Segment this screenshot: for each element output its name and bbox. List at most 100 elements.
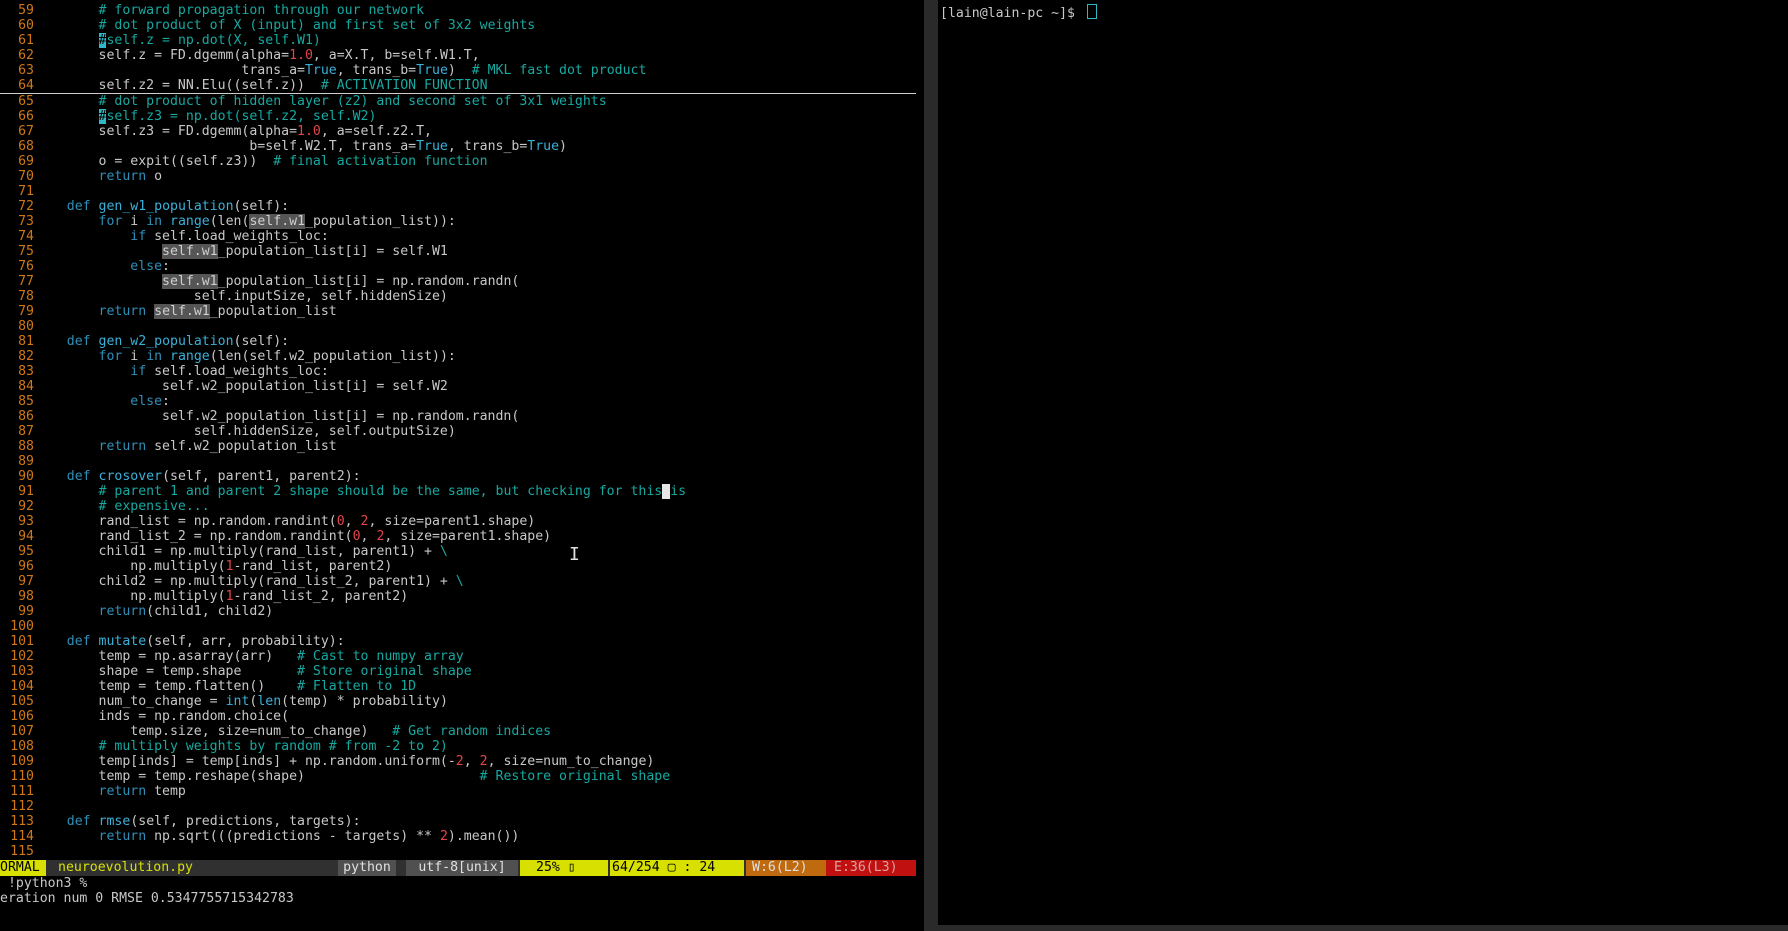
- code-line[interactable]: 91 # parent 1 and parent 2 shape should …: [0, 484, 916, 499]
- line-source: return(child1, child2): [34, 604, 274, 619]
- code-line[interactable]: 92 # expensive...: [0, 499, 916, 514]
- code-line[interactable]: 111 return temp: [0, 784, 916, 799]
- code-line[interactable]: 95 child1 = np.multiply(rand_list, paren…: [0, 544, 916, 559]
- code-token: self.inputSize, self.hiddenSize): [35, 289, 448, 304]
- code-line[interactable]: 77 self.w1_population_list[i] = np.rando…: [0, 274, 916, 289]
- code-token: inds = np.random.choice(: [35, 709, 290, 724]
- code-line[interactable]: 61 #self.z = np.dot(X, self.W1): [0, 33, 916, 48]
- line-source: return self.w2_population_list: [34, 439, 337, 454]
- encoding-label: utf-8[unix]: [406, 860, 518, 876]
- code-token: self.load_weights_loc:: [146, 229, 329, 244]
- code-line[interactable]: 84 self.w2_population_list[i] = self.W2: [0, 379, 916, 394]
- terminal-pane[interactable]: [lain@lain-pc ~]$: [938, 0, 1788, 931]
- line-source: def crosover(self, parent1, parent2):: [34, 469, 361, 484]
- code-token: _population_list[i] = np.random.randn(: [217, 274, 520, 289]
- code-line[interactable]: 67 self.z3 = FD.dgemm(alpha=1.0, a=self.…: [0, 124, 916, 139]
- code-line[interactable]: 65 # dot product of hidden layer (z2) an…: [0, 94, 916, 109]
- code-line[interactable]: 90 def crosover(self, parent1, parent2):: [0, 469, 916, 484]
- vim-editor-pane[interactable]: 59 # forward propagation through our net…: [0, 0, 924, 931]
- code-line[interactable]: 66 #self.z3 = np.dot(self.z2, self.W2): [0, 109, 916, 124]
- code-line[interactable]: 101 def mutate(self, arr, probability):: [0, 634, 916, 649]
- pane-divider[interactable]: [924, 0, 938, 931]
- code-line[interactable]: 94 rand_list_2 = np.random.randint(0, 2,…: [0, 529, 916, 544]
- code-line[interactable]: 108 # multiply weights by random # from …: [0, 739, 916, 754]
- code-token: :: [162, 394, 170, 409]
- code-token: , a=X.T, b=self.W1.T,: [312, 48, 480, 63]
- code-line[interactable]: 64 self.z2 = NN.Elu((self.z)) # ACTIVATI…: [0, 78, 916, 94]
- code-line[interactable]: 97 child2 = np.multiply(rand_list_2, par…: [0, 574, 916, 589]
- code-line[interactable]: 79 return self.w1_population_list: [0, 304, 916, 319]
- line-number: 89: [18, 454, 34, 469]
- code-line[interactable]: 113 def rmse(self, predictions, targets)…: [0, 814, 916, 829]
- code-line[interactable]: 88 return self.w2_population_list: [0, 439, 916, 454]
- code-line[interactable]: 106 inds = np.random.choice(: [0, 709, 916, 724]
- code-line[interactable]: 63 trans_a=True, trans_b=True) # MKL fas…: [0, 63, 916, 78]
- code-token: \: [455, 574, 464, 589]
- code-token: child2 = np.multiply(rand_list_2, parent…: [35, 574, 456, 589]
- code-line[interactable]: 115: [0, 844, 916, 859]
- code-line[interactable]: 104 temp = temp.flatten() # Flatten to 1…: [0, 679, 916, 694]
- code-line[interactable]: 109 temp[inds] = temp[inds] + np.random.…: [0, 754, 916, 769]
- code-buffer[interactable]: 59 # forward propagation through our net…: [0, 3, 916, 859]
- code-line[interactable]: 107 temp.size, size=num_to_change) # Get…: [0, 724, 916, 739]
- code-line[interactable]: 83 if self.load_weights_loc:: [0, 364, 916, 379]
- code-line[interactable]: 73 for i in range(len(self.w1_population…: [0, 214, 916, 229]
- code-token: (len(: [209, 214, 250, 229]
- line-number: 109: [10, 754, 34, 769]
- code-line[interactable]: 75 self.w1_population_list[i] = self.W1: [0, 244, 916, 259]
- code-line[interactable]: 103 shape = temp.shape # Store original …: [0, 664, 916, 679]
- line-number: 99: [18, 604, 34, 619]
- code-token: num_to_change =: [35, 694, 226, 709]
- code-line[interactable]: 68 b=self.W2.T, trans_a=True, trans_b=Tr…: [0, 139, 916, 154]
- code-line[interactable]: 100: [0, 619, 916, 634]
- command-line[interactable]: !python3 %: [0, 876, 916, 891]
- code-token: # Get random indices: [392, 724, 552, 739]
- code-line[interactable]: 98 np.multiply(1-rand_list_2, parent2): [0, 589, 916, 604]
- code-line[interactable]: 62 self.z = FD.dgemm(alpha=1.0, a=X.T, b…: [0, 48, 916, 63]
- code-token: # Restore original shape: [479, 769, 671, 784]
- code-line[interactable]: 110 temp = temp.reshape(shape) # Restore…: [0, 769, 916, 784]
- terminal-prompt[interactable]: [lain@lain-pc ~]$: [940, 4, 1097, 21]
- code-line[interactable]: 82 for i in range(len(self.w2_population…: [0, 349, 916, 364]
- code-line[interactable]: 76 else:: [0, 259, 916, 274]
- code-line[interactable]: 59 # forward propagation through our net…: [0, 3, 916, 18]
- line-source: for i in range(len(self.w2_population_li…: [34, 349, 456, 364]
- code-token: self.w1: [249, 214, 306, 229]
- code-line[interactable]: 78 self.inputSize, self.hiddenSize): [0, 289, 916, 304]
- code-token: ).mean()): [447, 829, 520, 844]
- code-line[interactable]: 86 self.w2_population_list[i] = np.rando…: [0, 409, 916, 424]
- code-line[interactable]: 81 def gen_w2_population(self):: [0, 334, 916, 349]
- code-line[interactable]: 80: [0, 319, 916, 334]
- code-line[interactable]: 99 return(child1, child2): [0, 604, 916, 619]
- code-line[interactable]: 105 num_to_change = int(len(temp) * prob…: [0, 694, 916, 709]
- line-number: 88: [18, 439, 34, 454]
- code-line[interactable]: 96 np.multiply(1-rand_list, parent2): [0, 559, 916, 574]
- code-token: _population_list: [209, 304, 337, 319]
- code-token: 2: [455, 754, 464, 769]
- code-line[interactable]: 74 if self.load_weights_loc:: [0, 229, 916, 244]
- code-token: # ACTIVATION FUNCTION: [320, 78, 488, 93]
- code-line[interactable]: 85 else:: [0, 394, 916, 409]
- code-token: True: [527, 139, 560, 154]
- code-line[interactable]: 71: [0, 184, 916, 199]
- code-line[interactable]: 87 self.hiddenSize, self.outputSize): [0, 424, 916, 439]
- code-line[interactable]: 89: [0, 454, 916, 469]
- code-line[interactable]: 93 rand_list = np.random.randint(0, 2, s…: [0, 514, 916, 529]
- code-line[interactable]: 102 temp = np.asarray(arr) # Cast to num…: [0, 649, 916, 664]
- code-line[interactable]: 60 # dot product of X (input) and first …: [0, 18, 916, 33]
- code-line[interactable]: 70 return o: [0, 169, 916, 184]
- code-token: (child1, child2): [146, 604, 274, 619]
- line-source: else:: [34, 259, 170, 274]
- code-line[interactable]: 112: [0, 799, 916, 814]
- line-number: 87: [18, 424, 34, 439]
- line-number: 74: [18, 229, 34, 244]
- code-line[interactable]: 114 return np.sqrt(((predictions - targe…: [0, 829, 916, 844]
- code-line[interactable]: 69 o = expit((self.z3)) # final activati…: [0, 154, 916, 169]
- code-line[interactable]: 72 def gen_w1_population(self):: [0, 199, 916, 214]
- line-number: 70: [18, 169, 34, 184]
- code-token: b=self.W2.T, trans_a=: [35, 139, 417, 154]
